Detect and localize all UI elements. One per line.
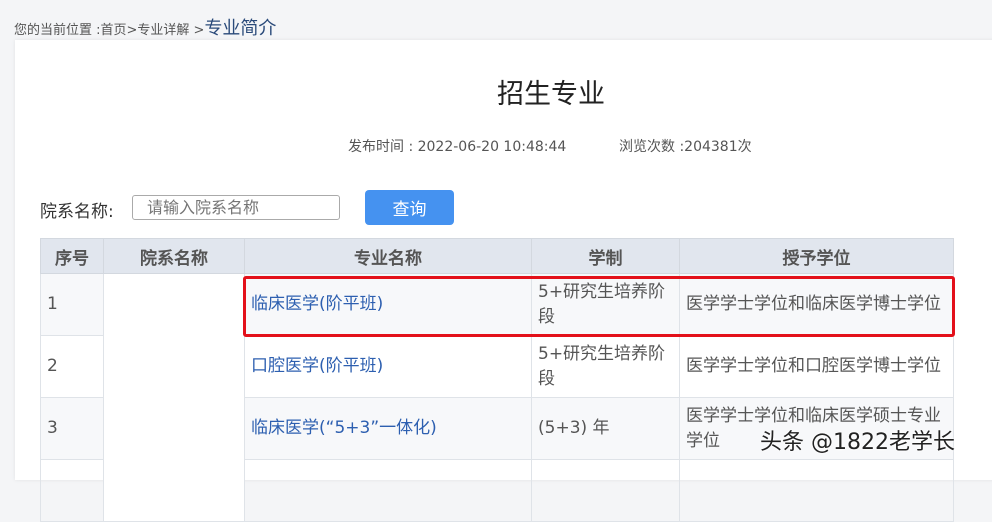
cell-no: 2 xyxy=(40,335,104,398)
header-length: 学制 xyxy=(531,238,680,274)
cell-no: 3 xyxy=(40,397,104,460)
header-no: 序号 xyxy=(40,238,104,274)
view-count: 浏览次数 :204381次 xyxy=(619,139,752,155)
breadcrumb-path[interactable]: 您的当前位置 :首页>专业详解 > xyxy=(14,23,204,38)
page-title: 招生专业 xyxy=(497,79,605,110)
major-link[interactable]: 口腔医学(阶平班) xyxy=(251,356,383,376)
header-major: 专业名称 xyxy=(244,238,532,274)
publish-time: 发布时间 : 2022-06-20 10:48:44 xyxy=(348,139,567,155)
dept-label: 院系名称: xyxy=(40,202,114,222)
highlight-box xyxy=(243,276,955,337)
cell-no: 1 xyxy=(40,273,104,336)
major-link[interactable]: 临床医学(“5+3”一体化) xyxy=(251,418,437,438)
table-header: 序号 院系名称 专业名称 学制 授予学位 xyxy=(40,238,954,274)
cell-dept xyxy=(103,273,245,522)
breadcrumb-current: 专业简介 xyxy=(204,18,277,39)
cell-length: (5+3) 年 xyxy=(531,397,680,460)
cell-degree: 医学学士学位和口腔医学博士学位 xyxy=(679,335,954,398)
dept-search-input[interactable] xyxy=(132,195,340,220)
query-button[interactable]: 查询 xyxy=(365,190,454,225)
cell-length: 5+研究生培养阶段 xyxy=(531,335,680,398)
header-dept: 院系名称 xyxy=(103,238,245,274)
watermark: 头条 @1822老学长 xyxy=(760,430,955,455)
header-degree: 授予学位 xyxy=(679,238,954,274)
breadcrumb: 您的当前位置 :首页>专业详解 >专业简介 xyxy=(14,14,276,40)
